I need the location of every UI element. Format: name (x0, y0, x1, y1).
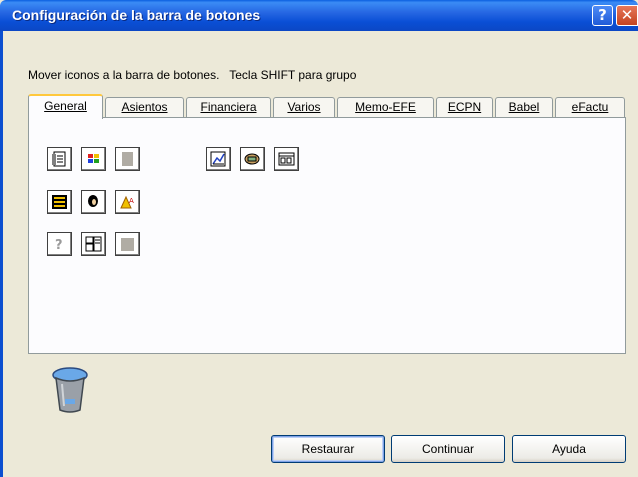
title-bar[interactable]: Configuración de la barra de botones ? ✕ (0, 0, 638, 31)
config-dialog: Configuración de la barra de botones ? ✕… (0, 0, 638, 477)
tab-babel[interactable]: Babel (495, 97, 553, 118)
tab-financiera[interactable]: Financiera (186, 97, 271, 118)
continue-button[interactable]: Continuar (391, 435, 505, 463)
window-frame (0, 31, 3, 477)
book-grey-icon[interactable] (115, 232, 140, 256)
icons-panel: A ? (28, 117, 626, 354)
instructions-text: Mover iconos a la barra de botones. Tecl… (28, 68, 357, 82)
money-hand-icon[interactable] (240, 147, 265, 171)
close-icon: ✕ (620, 6, 634, 24)
help-icon: ? (598, 6, 607, 24)
help-button[interactable]: Ayuda (512, 435, 626, 463)
window-title: Configuración de la barra de botones (12, 7, 261, 23)
person-icon[interactable] (81, 190, 106, 214)
tab-ecpn[interactable]: ECPN (436, 97, 493, 118)
ledger-icon[interactable] (47, 147, 72, 171)
tab-asientos[interactable]: Asientos (105, 97, 184, 118)
disabled-grey-icon[interactable] (115, 147, 140, 171)
tab-general[interactable]: General (28, 94, 103, 119)
tab-efactu[interactable]: eFactu (555, 97, 625, 118)
tab-memo-efe[interactable]: Memo-EFE (337, 97, 434, 118)
chart-doc-icon[interactable] (206, 147, 231, 171)
colors-icon[interactable] (81, 147, 106, 171)
sort-az-icon[interactable]: A (115, 190, 140, 214)
restore-button[interactable]: Restaurar (271, 435, 385, 463)
trash-can-icon[interactable] (50, 366, 92, 414)
list-icon[interactable] (47, 190, 72, 214)
help-title-button[interactable]: ? (592, 5, 613, 26)
help-question-icon[interactable]: ? (47, 232, 72, 256)
svg-text:?: ? (55, 238, 63, 252)
oo-calc-icon[interactable] (274, 147, 299, 171)
window-grid-icon[interactable] (81, 232, 106, 256)
tab-varios[interactable]: Varios (273, 97, 335, 118)
close-button[interactable]: ✕ (616, 5, 638, 26)
svg-text:A: A (129, 197, 134, 205)
tab-strip: General Asientos Financiera Varios Memo-… (28, 94, 628, 119)
